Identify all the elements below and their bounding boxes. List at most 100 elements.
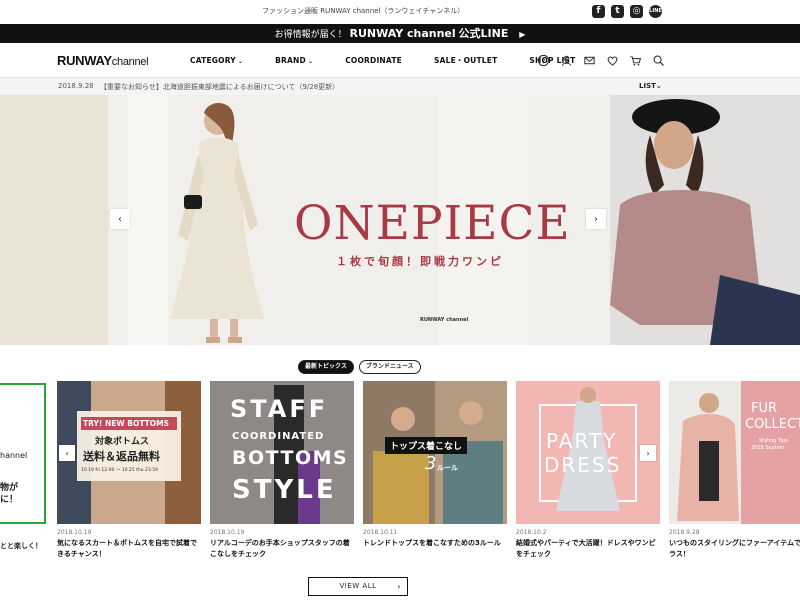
card-overlay-text: ルール bbox=[437, 464, 458, 472]
site-logo[interactable]: RUNWAYchannel bbox=[57, 53, 149, 68]
partial-card-text-line: に！ bbox=[0, 495, 19, 505]
card-overlay-headline: TRY! NEW BOTTOMS bbox=[83, 419, 169, 428]
news-date: 2018.9.28 bbox=[58, 82, 94, 90]
card-overlay-text: DRESS bbox=[544, 453, 622, 477]
topic-card-image[interactable]: FUR COLLECTIO Styling Tips 2018 Septem bbox=[669, 381, 800, 524]
line-icon[interactable]: LINE bbox=[649, 5, 662, 18]
nav-sale-label: SALE・OUTLET bbox=[433, 55, 498, 65]
nav-category-label: CATEGORY bbox=[190, 55, 236, 65]
card-overlay-text: Styling Tips bbox=[759, 438, 788, 444]
topic-card-title-line: きるチャンス！ bbox=[57, 550, 106, 558]
topic-card-title: 結婚式やパーティで大活躍！ドレスやワンピ をチェック bbox=[516, 538, 660, 560]
header-icons: ? bbox=[536, 53, 665, 67]
search-icon[interactable] bbox=[651, 53, 665, 67]
facebook-icon[interactable]: f bbox=[592, 5, 605, 18]
chevron-left-icon: ‹ bbox=[118, 213, 122, 225]
topic-card-title-line: こなしをチェック bbox=[210, 550, 266, 558]
card-overlay-text: 対象ボトムス bbox=[95, 437, 150, 447]
partial-card-line-promo[interactable]: hannel 物が に！ bbox=[0, 383, 46, 524]
hero-brand-mark: RUNWAY channel bbox=[420, 317, 469, 323]
chevron-right-icon: › bbox=[397, 582, 401, 591]
card-overlay-text: BOTTOMS bbox=[232, 447, 349, 469]
news-bar: 2018.9.28 【重要なお知らせ】北海道胆振東部地震によるお届けについて（9… bbox=[0, 78, 800, 95]
topic-card-title: 気になるスカート＆ボトムスを自宅で試着で きるチャンス！ bbox=[57, 538, 201, 560]
topic-card[interactable]: STAFF COORDINATED BOTTOMS STYLE 2018.10.… bbox=[210, 381, 354, 560]
line-banner[interactable]: お得情報が届く！ RUNWAY channel 公式LINE ▶ bbox=[0, 24, 800, 43]
card-overlay-text: 2018 Septem bbox=[751, 445, 785, 451]
card-overlay-headline: STAFF bbox=[230, 395, 329, 423]
mail-icon[interactable] bbox=[582, 53, 596, 67]
topic-card-title: いつものスタイリングにファーアイテムで ラス！ bbox=[669, 538, 800, 560]
topic-card-date: 2018.9.28 bbox=[669, 529, 700, 536]
heart-icon[interactable] bbox=[605, 53, 619, 67]
topic-card[interactable]: PARTY DRESS › 2018.10.2 結婚式やパーティで大活躍！ドレス… bbox=[516, 381, 660, 560]
topic-card[interactable]: TRY! NEW BOTTOMS 対象ボトムス 送料＆返品無料 10.19 fr… bbox=[57, 381, 201, 560]
sns-links: f t ◎ LINE bbox=[592, 5, 662, 18]
site-tagline: ファッション通販 RUNWAY channel（ランウェイチャンネル） bbox=[262, 7, 465, 15]
instagram-icon[interactable]: ◎ bbox=[630, 5, 643, 18]
card-image-illustration bbox=[669, 381, 800, 524]
cart-icon[interactable] bbox=[628, 53, 642, 67]
hero-subtitle: １枚で旬顔！即戦力ワンピ bbox=[336, 255, 504, 268]
chevron-down-icon: ⌄ bbox=[307, 57, 314, 65]
topic-card-date: 2018.10.2 bbox=[516, 529, 547, 536]
hero-prev-slide-image[interactable] bbox=[0, 95, 108, 345]
hero-prev-arrow[interactable]: ‹ bbox=[110, 209, 130, 229]
topic-card[interactable]: FUR COLLECTIO Styling Tips 2018 Septem 2… bbox=[669, 381, 800, 560]
chevron-right-icon: › bbox=[594, 213, 598, 225]
logo-main: RUNWAY bbox=[57, 53, 112, 68]
nav-brand[interactable]: BRAND ⌄ bbox=[275, 56, 313, 65]
topic-card-image[interactable]: STAFF COORDINATED BOTTOMS STYLE bbox=[210, 381, 354, 524]
topic-card[interactable]: トップス着こなし 3 ルール 2018.10.11 トレンドトップスを着こなすた… bbox=[363, 381, 507, 549]
carousel-prev-arrow[interactable]: ‹ bbox=[59, 445, 75, 461]
tab-latest-topics[interactable]: 最新トピックス bbox=[298, 360, 354, 374]
topic-card-date: 2018.10.11 bbox=[363, 529, 398, 536]
topic-card-date: 2018.10.19 bbox=[210, 529, 245, 536]
news-headline-link[interactable]: 【重要なお知らせ】北海道胆振東部地震によるお届けについて（9/28更新） bbox=[100, 82, 339, 92]
nav-brand-label: BRAND bbox=[275, 55, 306, 65]
view-all-label: VIEW ALL bbox=[339, 582, 377, 590]
partial-card-text-line: 物が bbox=[0, 483, 19, 493]
hero-carousel: ONEPIECE １枚で旬顔！即戦力ワンピ RUNWAY channel ‹ › bbox=[0, 95, 800, 345]
topic-card-title-line: いつものスタイリングにファーアイテムで bbox=[669, 539, 800, 547]
card-overlay-text: COLLECTIO bbox=[745, 417, 800, 432]
card-overlay-headline: PARTY bbox=[546, 429, 618, 453]
carousel-next-arrow[interactable]: › bbox=[640, 445, 656, 461]
twitter-icon[interactable]: t bbox=[611, 5, 624, 18]
nav-category[interactable]: CATEGORY ⌄ bbox=[190, 56, 243, 65]
card-overlay-number: 3 bbox=[425, 453, 437, 474]
tab-brand-news[interactable]: ブランドニュース bbox=[358, 360, 421, 374]
topic-card-image[interactable]: TRY! NEW BOTTOMS 対象ボトムス 送料＆返品無料 10.19 fr… bbox=[57, 381, 201, 524]
help-icon[interactable]: ? bbox=[536, 53, 550, 67]
topic-card-title-line: 結婚式やパーティで大活躍！ドレスやワンピ bbox=[516, 539, 656, 547]
hero-next-arrow[interactable]: › bbox=[586, 209, 606, 229]
view-all-button[interactable]: VIEW ALL › bbox=[308, 577, 408, 596]
chevron-down-icon: ⌄ bbox=[237, 57, 244, 65]
nav-sale-outlet[interactable]: SALE・OUTLET bbox=[434, 55, 497, 66]
topic-card-title: リアルコーデのお手本ショップスタッフの着 こなしをチェック bbox=[210, 538, 354, 560]
topic-card-title: トレンドトップスを着こなすための3ルール bbox=[363, 538, 507, 549]
chevron-left-icon: ‹ bbox=[65, 448, 69, 458]
line-banner-suffix: 公式LINE bbox=[458, 27, 509, 40]
partial-card-text: 物が に！ bbox=[0, 482, 18, 506]
partial-card-text: hannel bbox=[0, 451, 28, 460]
topic-card-image[interactable]: PARTY DRESS › bbox=[516, 381, 660, 524]
topic-card-date: 2018.10.19 bbox=[57, 529, 92, 536]
hero-title: ONEPIECE bbox=[294, 196, 571, 251]
card-overlay-text: 送料＆返品無料 bbox=[83, 450, 160, 463]
topic-card-image[interactable]: トップス着こなし 3 ルール bbox=[363, 381, 507, 524]
card-overlay-headline: FUR bbox=[751, 401, 778, 416]
nav-coordinate[interactable]: COORDINATE bbox=[345, 56, 402, 65]
hero-next-slide-image[interactable] bbox=[610, 95, 800, 345]
news-list-toggle[interactable]: LIST⌄ bbox=[639, 82, 662, 90]
topic-carousel: hannel 物が に！ とと楽しく！ TRY! NEW BOTTOMS 対象ボ… bbox=[0, 381, 800, 571]
topic-card-title-line: トレンドトップスを着こなすための3ルール bbox=[363, 539, 501, 547]
user-icon[interactable] bbox=[559, 53, 573, 67]
line-banner-brand: RUNWAY channel bbox=[349, 27, 456, 40]
topic-card-title-line: リアルコーデのお手本ショップスタッフの着 bbox=[210, 539, 350, 547]
chevron-right-icon: › bbox=[646, 448, 650, 458]
line-banner-lead: お得情報が届く！ bbox=[274, 30, 347, 40]
topic-card-title-line: 気になるスカート＆ボトムスを自宅で試着で bbox=[57, 539, 197, 547]
partial-card-caption[interactable]: とと楽しく！ bbox=[0, 541, 42, 551]
hero-next-model-illustration bbox=[610, 95, 800, 345]
